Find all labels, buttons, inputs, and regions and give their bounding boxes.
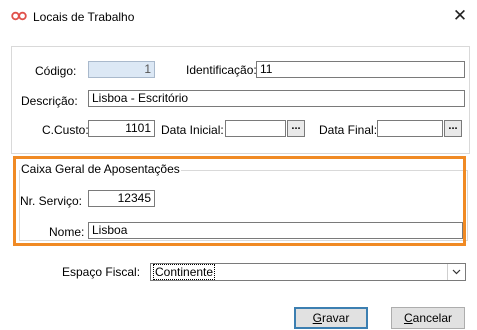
- chevron-down-icon[interactable]: [447, 264, 465, 280]
- espaco-fiscal-label: Espaço Fiscal:: [62, 265, 141, 279]
- title-bar: Locais de Trabalho ✕: [0, 0, 477, 36]
- descricao-field[interactable]: Lisboa - Escritório: [88, 90, 465, 107]
- infinity-icon: [11, 11, 27, 21]
- data-final-label: Data Final:: [319, 123, 378, 137]
- data-inicial-picker-button[interactable]: ...: [287, 120, 305, 137]
- identificacao-label: Identificação:: [186, 63, 257, 77]
- nome-field[interactable]: Lisboa: [88, 222, 463, 239]
- data-final-picker-button[interactable]: ...: [444, 120, 462, 137]
- identificacao-field[interactable]: 11: [256, 61, 465, 78]
- cancelar-button[interactable]: Cancelar: [391, 307, 465, 329]
- close-icon[interactable]: ✕: [452, 7, 468, 24]
- codigo-label: Código:: [35, 64, 77, 78]
- nr-servico-label: Nr. Serviço:: [20, 194, 83, 208]
- nome-label: Nome:: [49, 225, 85, 239]
- data-inicial-field[interactable]: [225, 120, 286, 137]
- nr-servico-field[interactable]: 12345: [88, 190, 155, 207]
- window-title: Locais de Trabalho: [33, 10, 135, 24]
- ccusto-label: C.Custo:: [42, 123, 89, 137]
- codigo-field[interactable]: 1: [88, 61, 155, 78]
- espaco-fiscal-value: Continente: [152, 264, 216, 280]
- gravar-button[interactable]: Gravar: [294, 307, 368, 329]
- data-final-field[interactable]: [377, 120, 443, 137]
- ccusto-field[interactable]: 1101: [88, 120, 155, 137]
- data-inicial-label: Data Inicial:: [161, 123, 224, 137]
- espaco-fiscal-select[interactable]: Continente: [150, 263, 466, 281]
- descricao-label: Descrição:: [21, 94, 78, 108]
